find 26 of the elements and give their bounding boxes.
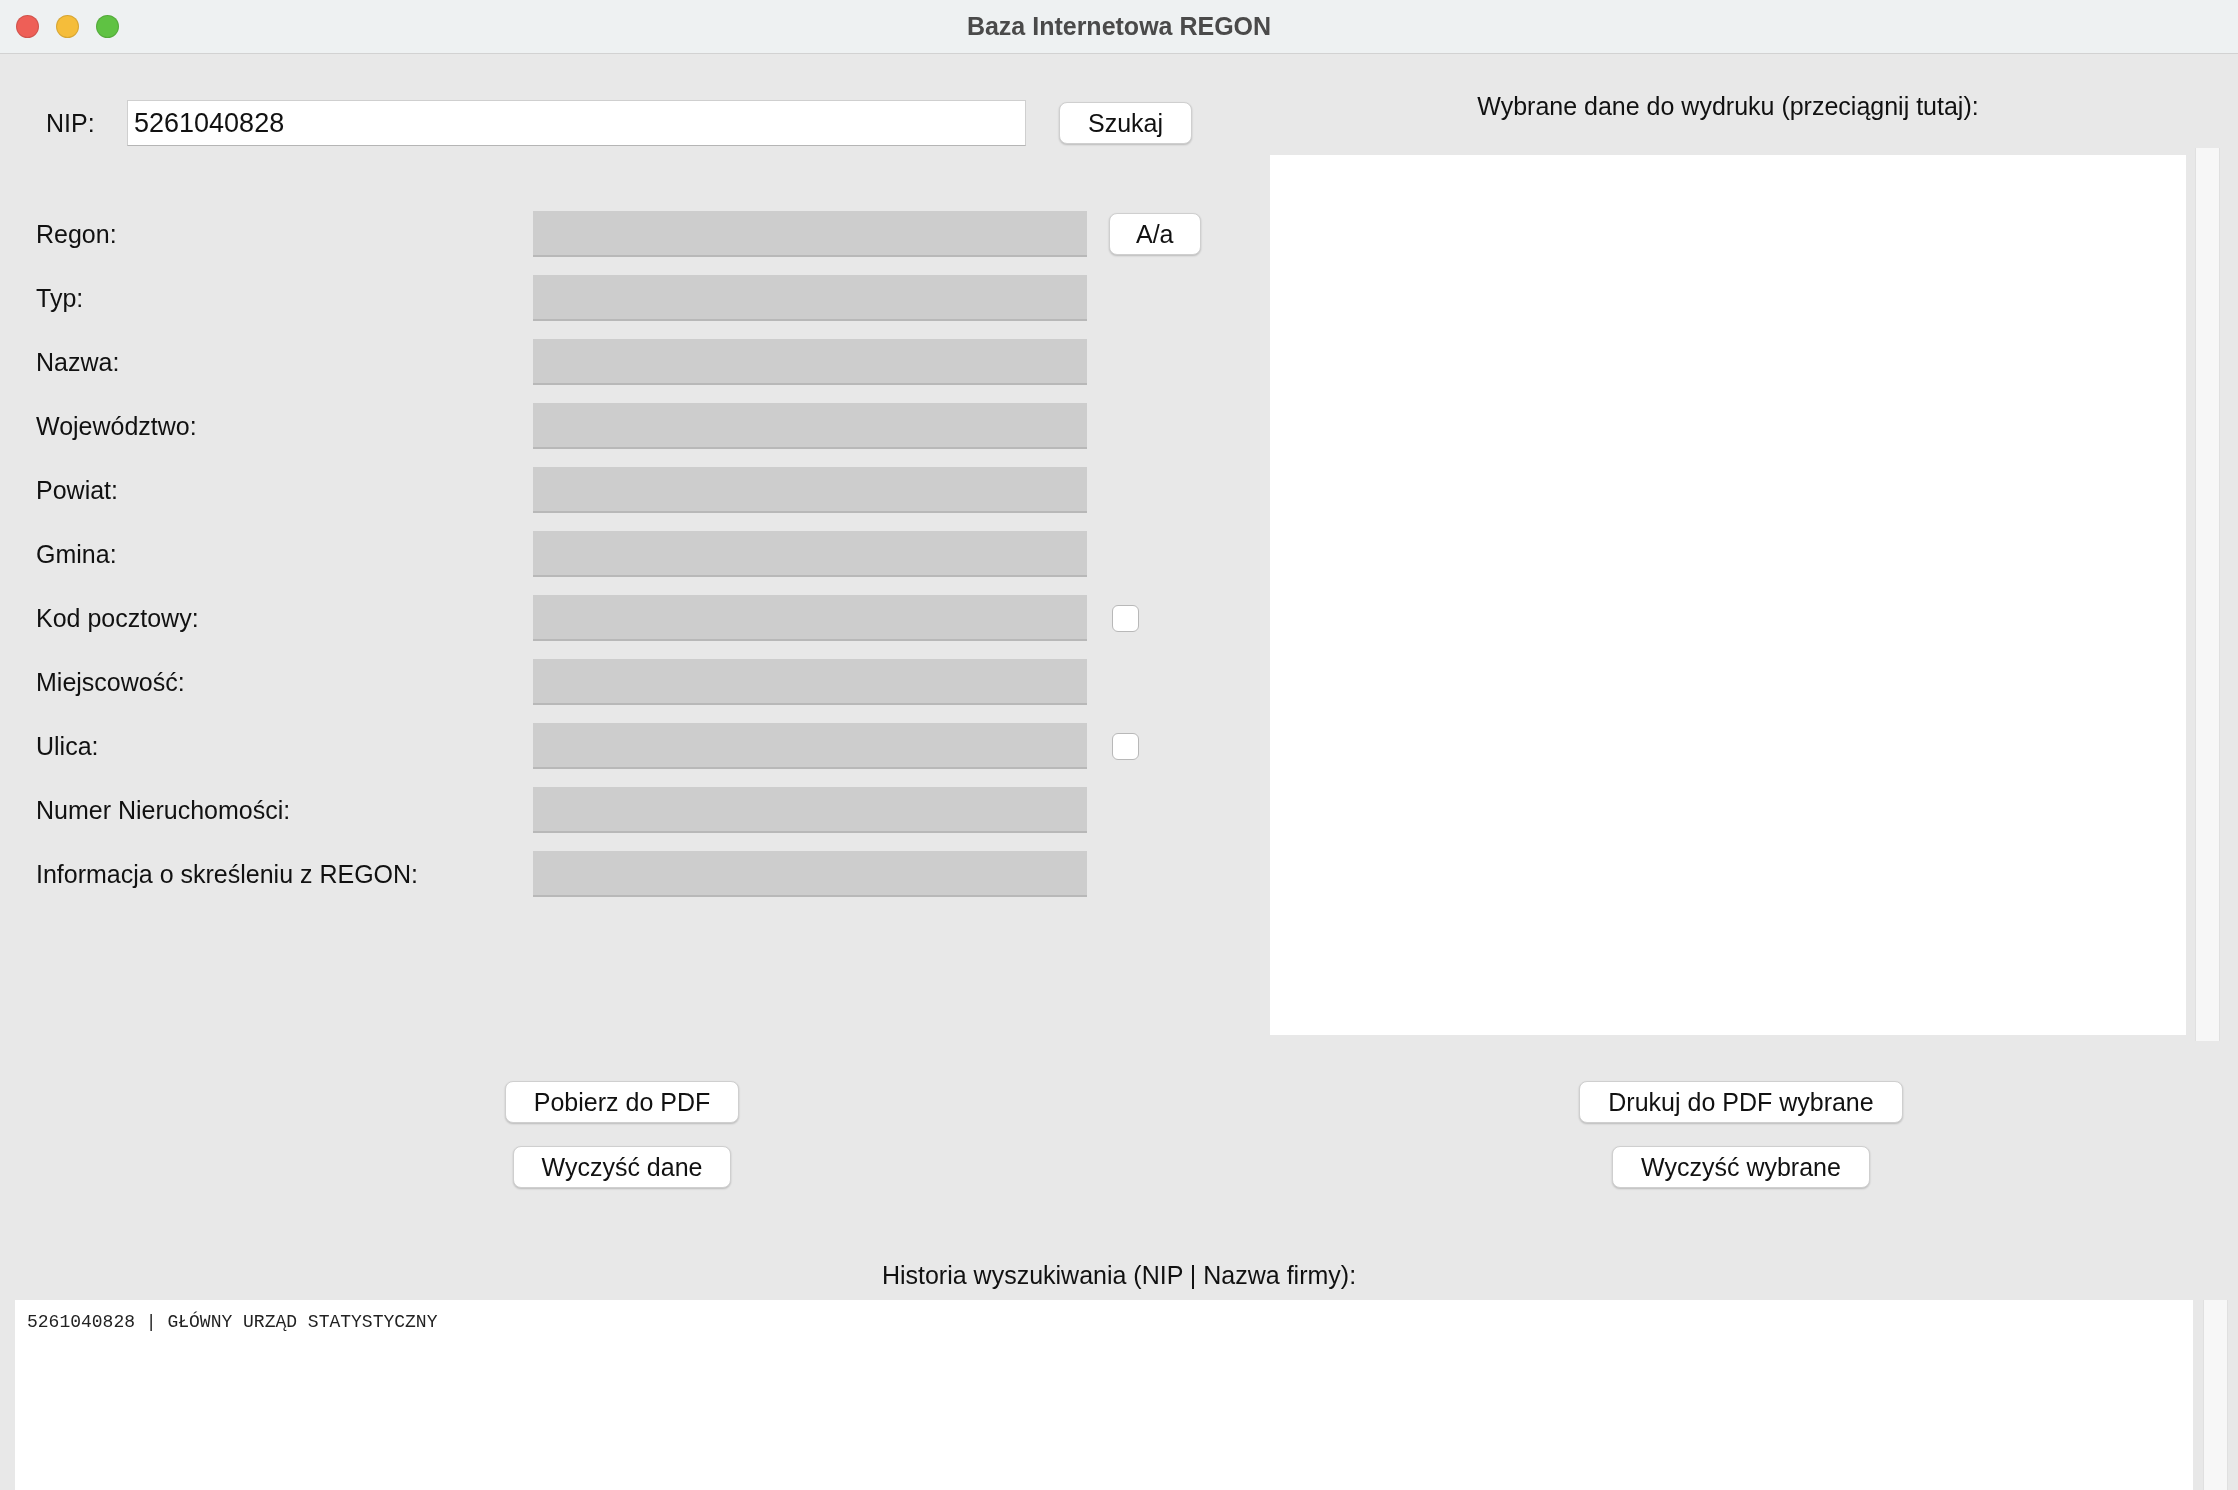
field-label: Kod pocztowy: bbox=[36, 603, 200, 633]
field-label: Województwo: bbox=[36, 411, 198, 441]
field-label: Regon: bbox=[36, 219, 118, 249]
history-title: Historia wyszukiwania (NIP | Nazwa firmy): bbox=[880, 1261, 1358, 1290]
field-label: Gmina: bbox=[36, 539, 118, 569]
history-list[interactable]: 5261040828 | GŁÓWNY URZĄD STATYSTYCZNY bbox=[15, 1300, 2193, 1490]
nip-label: NIP: bbox=[46, 108, 96, 138]
field-label: Typ: bbox=[36, 283, 85, 313]
minimize-button[interactable] bbox=[56, 15, 79, 38]
search-button[interactable]: Szukaj bbox=[1059, 102, 1193, 144]
close-button[interactable] bbox=[16, 15, 39, 38]
field-label: Powiat: bbox=[36, 475, 119, 505]
action-button[interactable]: Pobierz do PDF bbox=[504, 1081, 740, 1123]
field-label: Informacja o skreśleniu z REGON: bbox=[36, 859, 420, 889]
action-button[interactable]: Drukuj do PDF wybrane bbox=[1579, 1081, 1903, 1123]
window-title: Baza Internetowa REGON bbox=[966, 12, 1272, 41]
field-label: Ulica: bbox=[36, 731, 100, 761]
field-label: Nazwa: bbox=[36, 347, 121, 377]
field-label: Miejscowość: bbox=[36, 667, 186, 697]
action-button[interactable]: Wyczyść dane bbox=[512, 1146, 732, 1188]
zoom-button[interactable] bbox=[96, 15, 119, 38]
nip-input-field[interactable]: 5261040828 bbox=[127, 100, 1026, 146]
action-button[interactable]: Wyczyść wybrane bbox=[1612, 1146, 1870, 1188]
history-entry[interactable]: 5261040828 | GŁÓWNY URZĄD STATYSTYCZNY bbox=[27, 1312, 2181, 1332]
panel-title: Wybrane dane do wydruku (przeciągnij tutaj): bbox=[1476, 92, 1980, 121]
field-label: Numer Nieruchomości: bbox=[36, 795, 292, 825]
